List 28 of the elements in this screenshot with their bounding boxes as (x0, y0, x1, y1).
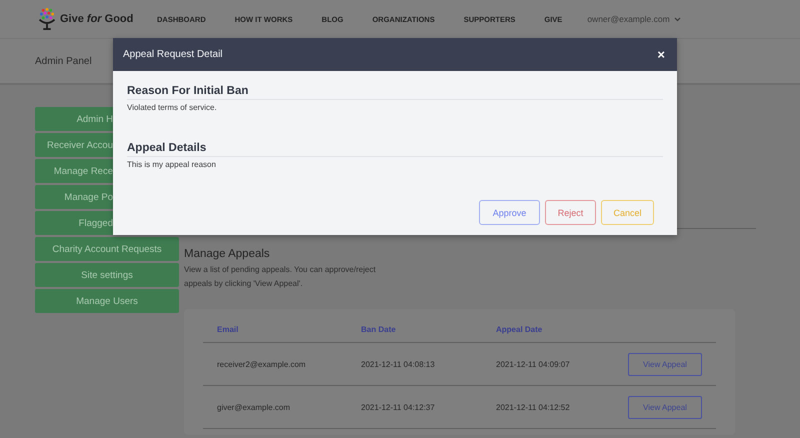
sidebar-button[interactable]: Charity Account Requests (35, 237, 179, 261)
column-header: Appeal Date (496, 325, 544, 334)
chevron-down-icon (674, 16, 681, 22)
page-title: Admin Panel (35, 56, 92, 66)
account-menu[interactable]: owner@example.com (587, 14, 681, 24)
sidebar-button[interactable]: Site settings (35, 263, 179, 287)
ban-date-cell-text: 2021-12-11 04:08:13 (361, 360, 436, 368)
email-cell-text: receiver2@example.com (217, 360, 307, 368)
view-appeal-button[interactable]: View Appeal (628, 396, 702, 418)
close-button[interactable]: × (655, 47, 667, 62)
appeal-date-cell-text: 2021-12-11 04:09:07 (496, 360, 571, 368)
detail-heading: Reason For Initial Ban (127, 85, 663, 100)
sidebar-button[interactable]: Manage Users (35, 289, 179, 313)
ban-date-cell-text: 2021-12-11 04:12:37 (361, 402, 436, 412)
dialog-title: Appeal Request Detail (123, 49, 223, 60)
tree-logo-icon (37, 8, 57, 30)
view-appeal-button[interactable]: View Appeal (628, 352, 702, 376)
cancel-button[interactable]: Cancel (601, 200, 654, 225)
column-header: Ban Date (361, 325, 397, 334)
email-cell-text: giver@example.com (217, 402, 292, 412)
brand-name[interactable]: Give for Good (60, 13, 134, 25)
section-description: View a list of pending appeals. You can approve/reject appeals by clicking 'View Appeal'. (184, 264, 377, 290)
reject-button[interactable]: Reject (545, 200, 596, 225)
appeal-date-cell-text: 2021-12-11 04:12:52 (496, 402, 571, 412)
detail-heading: Appeal Details (127, 142, 663, 157)
approve-button[interactable]: Approve (479, 200, 540, 225)
column-header: Email (217, 325, 240, 334)
section-title: Manage Appeals (184, 248, 271, 260)
